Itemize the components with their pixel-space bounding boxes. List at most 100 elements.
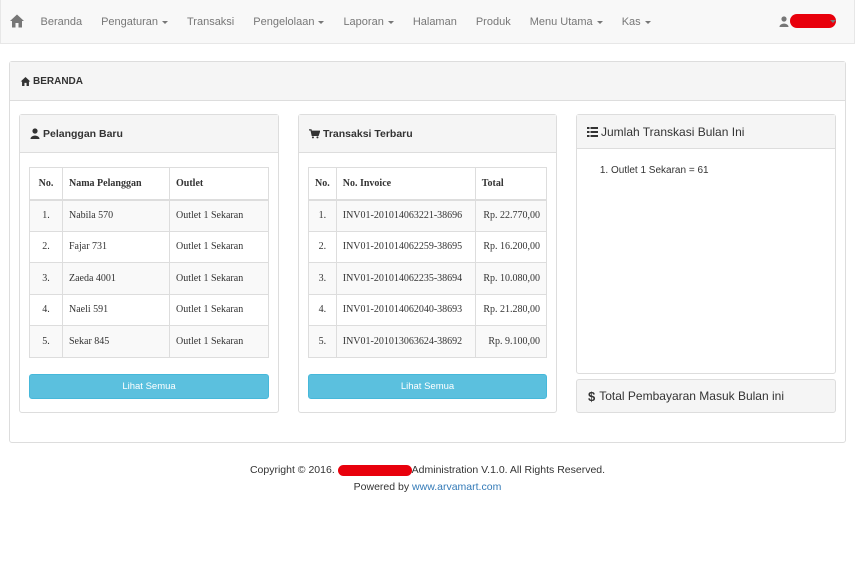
- table-cell: 5.: [308, 325, 337, 358]
- pelanggan-table: No. Nama Pelanggan Outlet 1. Nabila 570 Ou…: [29, 167, 269, 358]
- jumlah-transaksi-header: Jumlah Transkasi Bulan Ini: [577, 115, 835, 149]
- nav-item-menu-utama[interactable]: Menu Utama: [520, 0, 612, 44]
- nav-item-transaksi[interactable]: Transaksi: [177, 0, 243, 44]
- table-cell: 4.: [308, 293, 337, 326]
- table-cell: 2.: [308, 230, 337, 263]
- table-cell: Naeli 591: [62, 293, 170, 326]
- column-header: Outlet: [169, 167, 269, 201]
- table-row: 4. Naeli 591 Outlet 1 Sekaran: [29, 293, 269, 326]
- top-navbar: Beranda Pengaturan Transaksi Pengelolaan Lap…: [0, 0, 855, 44]
- nav-menu: Beranda Pengaturan Transaksi Pengelolaan Lap…: [31, 0, 660, 44]
- nav-item-beranda[interactable]: Beranda: [31, 0, 92, 44]
- nav-item-kas[interactable]: Kas: [612, 0, 660, 44]
- table-row: 5. Sekar 845 Outlet 1 Sekaran: [29, 325, 269, 358]
- total-pembayaran-title: Total Pembayaran Masuk Bulan ini: [599, 389, 784, 403]
- footer-powered: Powered by www.arvamart.com: [0, 481, 855, 493]
- home-icon[interactable]: [9, 13, 25, 29]
- lihat-semua-transaksi-button[interactable]: Lihat Semua: [308, 374, 547, 399]
- column-header: Total: [474, 167, 548, 201]
- table-cell: Outlet 1 Sekaran: [169, 293, 269, 326]
- total-pembayaran-panel: $ Total Pembayaran Masuk Bulan ini: [576, 379, 836, 413]
- nav-item-label: Transaksi: [186, 16, 235, 28]
- shopping-cart-icon: [309, 128, 320, 138]
- table-row: 2. Fajar 731 Outlet 1 Sekaran: [29, 230, 269, 263]
- nav-item-halaman[interactable]: Halaman: [403, 0, 466, 44]
- copyright-suffix: Administration V.1.0. All Rights Reserve…: [411, 464, 606, 476]
- table-cell: Outlet 1 Sekaran: [169, 325, 269, 358]
- powered-by-link[interactable]: www.arvamart.com: [412, 481, 501, 493]
- chevron-down-icon: [161, 20, 168, 24]
- footer-copyright: Copyright © 2016. Administration V.1.0. …: [0, 464, 855, 476]
- table-row: 5. INV01-201013063624-38692 Rp. 9.100,00: [308, 325, 548, 358]
- table-cell: Outlet 1 Sekaran: [169, 262, 269, 295]
- table-cell: Outlet 1 Sekaran: [169, 230, 269, 263]
- table-cell: Outlet 1 Sekaran: [169, 199, 269, 232]
- table-cell: Rp. 22.770,00: [474, 199, 548, 232]
- table-cell: Rp. 16.200,00: [474, 230, 548, 263]
- chevron-down-icon: [318, 20, 325, 24]
- table-cell: INV01-201014062235-38694: [335, 262, 476, 295]
- nav-item-label: Laporan: [343, 16, 384, 28]
- list-item: Outlet 1 Sekaran = 61: [611, 165, 709, 176]
- user-icon: [779, 15, 789, 27]
- table-cell: Nabila 570: [62, 199, 170, 232]
- table-cell: 1.: [29, 199, 63, 232]
- table-cell: 4.: [29, 293, 63, 326]
- home-icon: [20, 76, 31, 86]
- lihat-semua-pelanggan-button[interactable]: Lihat Semua: [29, 374, 269, 399]
- nav-item-label: Produk: [475, 16, 511, 28]
- nav-item-produk[interactable]: Produk: [466, 0, 520, 44]
- table-cell: Fajar 731: [62, 230, 170, 263]
- transaksi-panel-title: Transaksi Terbaru: [323, 127, 413, 140]
- copyright-prefix: Copyright © 2016.: [249, 464, 335, 476]
- nav-item-label: Kas: [621, 16, 641, 28]
- table-cell: INV01-201014062259-38695: [335, 230, 476, 263]
- powered-by-label: Powered by: [353, 481, 410, 493]
- table-row: 3. INV01-201014062235-38694 Rp. 10.080,00: [308, 262, 548, 295]
- nav-item-label: Halaman: [412, 16, 457, 28]
- chevron-down-icon: [644, 20, 651, 24]
- dollar-icon: $: [588, 388, 596, 404]
- table-cell: 1.: [308, 199, 337, 232]
- nav-item-pengaturan[interactable]: Pengaturan: [92, 0, 178, 44]
- column-header: No.: [29, 167, 63, 201]
- table-cell: 2.: [29, 230, 63, 263]
- column-header: No. Invoice: [335, 167, 476, 201]
- jumlah-transaksi-panel: Jumlah Transkasi Bulan Ini Outlet 1 Seka…: [576, 114, 836, 374]
- chevron-down-icon: [830, 19, 836, 23]
- chevron-down-icon: [387, 20, 394, 24]
- jumlah-transaksi-title: Jumlah Transkasi Bulan Ini: [601, 124, 745, 139]
- table-cell: Zaeda 4001: [62, 262, 170, 295]
- table-row: 1. INV01-201014063221-38696 Rp. 22.770,00: [308, 199, 548, 232]
- pelanggan-panel-title: Pelanggan Baru: [43, 127, 123, 140]
- table-cell: INV01-201014063221-38696: [335, 199, 476, 232]
- table-cell: 3.: [29, 262, 63, 295]
- page-title: BERANDA: [33, 75, 83, 87]
- table-cell: INV01-201014062040-38693: [335, 293, 476, 326]
- table-row: 4. INV01-201014062040-38693 Rp. 21.280,00: [308, 293, 548, 326]
- nav-item-label: Pengelolaan: [253, 16, 315, 28]
- table-cell: Sekar 845: [62, 325, 170, 358]
- table-cell: INV01-201013063624-38692: [335, 325, 476, 358]
- list-icon: [587, 126, 598, 137]
- table-row: 3. Zaeda 4001 Outlet 1 Sekaran: [29, 262, 269, 295]
- column-header: Nama Pelanggan: [62, 167, 170, 201]
- page-header: BERANDA: [10, 62, 845, 101]
- nav-item-label: Pengaturan: [101, 16, 158, 28]
- table-cell: Rp. 9.100,00: [474, 325, 548, 358]
- table-row: 2. INV01-201014062259-38695 Rp. 16.200,00: [308, 230, 548, 263]
- user-menu[interactable]: [779, 14, 836, 28]
- jumlah-transaksi-list: Outlet 1 Sekaran = 61: [611, 165, 709, 176]
- nav-item-laporan[interactable]: Laporan: [334, 0, 403, 44]
- nav-item-pengelolaan[interactable]: Pengelolaan: [244, 0, 334, 44]
- pelanggan-panel-header: Pelanggan Baru: [20, 115, 278, 153]
- user-icon: [30, 128, 40, 139]
- table-row: 1. Nabila 570 Outlet 1 Sekaran: [29, 199, 269, 232]
- transaksi-panel-header: Transaksi Terbaru: [299, 115, 556, 153]
- transaksi-table: No. No. Invoice Total 1. INV01-2010140632…: [308, 167, 548, 358]
- column-header: No.: [308, 167, 337, 201]
- table-cell: 3.: [308, 262, 337, 295]
- table-cell: 5.: [29, 325, 63, 358]
- nav-item-label: Beranda: [40, 16, 83, 28]
- redacted-company-name: [337, 464, 412, 476]
